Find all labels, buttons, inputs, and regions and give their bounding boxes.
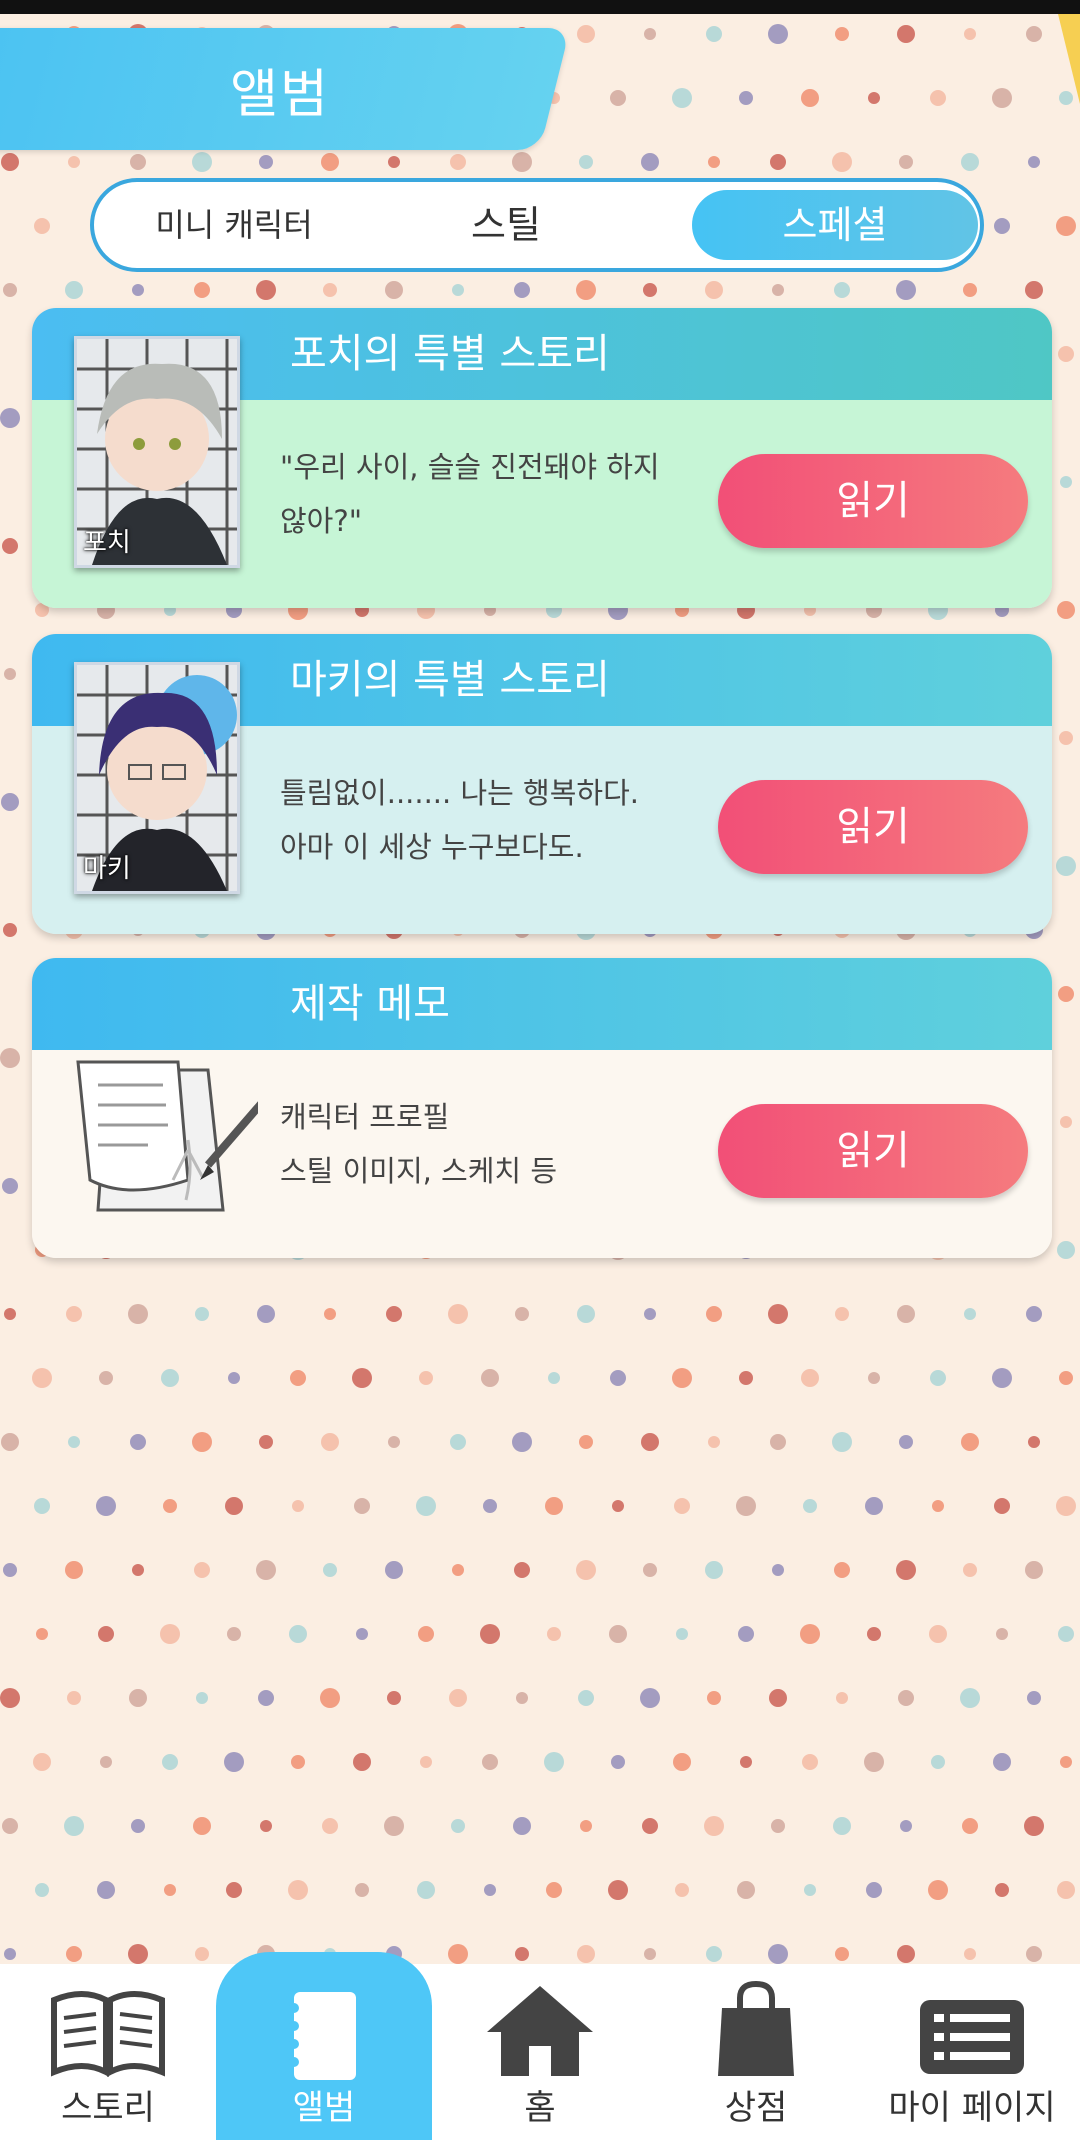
nav-label: 홈: [524, 2088, 556, 2128]
description-line: 아마 이 세상 누구보다도.: [280, 830, 584, 864]
production-memo-card: 제작 메모 캐릭터 프로필 스틸 이미지, 스케치 등 읽기: [32, 958, 1052, 1258]
page-title: 앨범: [230, 65, 330, 125]
memo-document-icon: [76, 1060, 258, 1212]
tab-still[interactable]: 스틸: [406, 190, 606, 260]
home-icon: [487, 1986, 593, 2076]
nav-label: 마이 페이지: [888, 2088, 1056, 2128]
nav-shop[interactable]: 상점: [648, 1964, 864, 2140]
story-card-pochi: 포치의 특별 스토리 포치 "우리 사이, 슬슬 진전돼야 하지 않아?" 읽기: [32, 308, 1052, 608]
read-button[interactable]: 읽기: [718, 1104, 1028, 1198]
read-button[interactable]: 읽기: [718, 454, 1028, 548]
description-line: 않아?": [280, 504, 363, 538]
description-line: 캐릭터 프로필: [280, 1100, 450, 1134]
tab-special[interactable]: 스페셜: [692, 190, 978, 260]
shop-bag-icon: [718, 1980, 794, 2076]
nav-my-page[interactable]: 마이 페이지: [864, 1964, 1080, 2140]
description-line: 틀림없이....... 나는 행복하다.: [280, 776, 639, 810]
bottom-navigation: 스토리 앨범 홈 상점 마이 페이지: [0, 1952, 1080, 2140]
tab-mini-character[interactable]: 미니 캐릭터: [114, 190, 354, 260]
card-description: 틀림없이....... 나는 행복하다. 아마 이 세상 누구보다도.: [280, 766, 720, 874]
nav-label: 스토리: [61, 2088, 155, 2128]
book-icon: [51, 1991, 165, 2077]
thumbnail-name: 마키: [83, 854, 131, 884]
nav-story[interactable]: 스토리: [0, 1964, 216, 2140]
album-icon: [289, 1992, 356, 2080]
nav-album[interactable]: 앨범: [216, 1952, 432, 2140]
card-description: "우리 사이, 슬슬 진전돼야 하지 않아?": [280, 440, 720, 548]
description-line: "우리 사이, 슬슬 진전돼야 하지: [280, 450, 660, 484]
character-thumbnail: 마키: [74, 662, 240, 894]
thumbnail-name: 포치: [83, 528, 131, 558]
nav-label: 앨범: [292, 2088, 356, 2128]
description-line: 스틸 이미지, 스케치 등: [280, 1154, 557, 1188]
character-thumbnail: 포치: [74, 336, 240, 568]
list-icon: [920, 2000, 1024, 2074]
story-card-maki: 마키의 특별 스토리 마키 틀림없이....... 나는 행복하다. 아마 이 …: [32, 634, 1052, 934]
nav-home[interactable]: 홈: [432, 1964, 648, 2140]
corner-decoration: [1058, 14, 1080, 104]
read-button[interactable]: 읽기: [718, 780, 1028, 874]
card-description: 캐릭터 프로필 스틸 이미지, 스케치 등: [280, 1090, 720, 1198]
category-tabs: 미니 캐릭터 스틸 스페셜: [90, 178, 984, 272]
nav-label: 상점: [724, 2088, 788, 2128]
card-title: 제작 메모: [32, 958, 1052, 1050]
status-bar: [0, 0, 1080, 14]
